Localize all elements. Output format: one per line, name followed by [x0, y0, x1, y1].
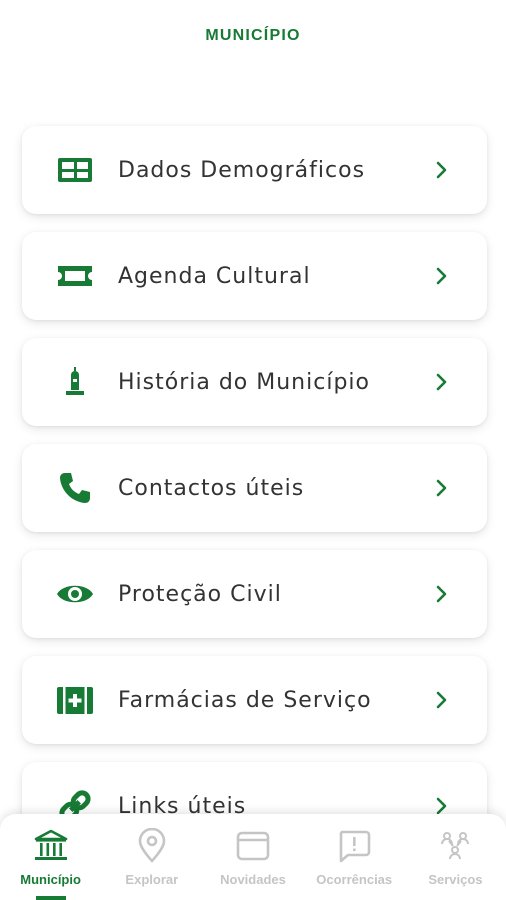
menu-item-protecao-civil[interactable]: Proteção Civil: [22, 550, 487, 638]
people-network-icon: [435, 826, 475, 866]
menu-item-label: História do Município: [118, 369, 370, 395]
menu-item-historia-municipio[interactable]: História do Município: [22, 338, 487, 426]
card-icon: [233, 826, 273, 866]
app-header: MUNICÍPIO: [0, 0, 506, 72]
menu-item-contactos-uteis[interactable]: Contactos úteis: [22, 444, 487, 532]
menu-item-agenda-cultural[interactable]: Agenda Cultural: [22, 232, 487, 320]
chevron-right-icon: [427, 579, 457, 609]
nav-label: Serviços: [428, 872, 483, 887]
menu-item-farmacias-servico[interactable]: Farmácias de Serviço: [22, 656, 487, 744]
menu-item-label: Contactos úteis: [118, 475, 305, 501]
chevron-right-icon: [427, 367, 457, 397]
menu-item-label: Agenda Cultural: [118, 263, 311, 289]
municipio-menu: Dados Demográficos Agenda Cultural Histó…: [22, 126, 487, 868]
nav-tab-ocorrencias[interactable]: Ocorrências: [304, 814, 405, 900]
nav-tab-municipio[interactable]: Município: [0, 814, 101, 900]
medical-kit-icon: [54, 679, 96, 721]
nav-tab-servicos[interactable]: Serviços: [405, 814, 506, 900]
phone-icon: [54, 467, 96, 509]
nav-label: Explorar: [125, 872, 179, 887]
table-icon: [54, 149, 96, 191]
eye-icon: [54, 573, 96, 615]
nav-label: Ocorrências: [316, 872, 393, 887]
page-title: MUNICÍPIO: [205, 27, 301, 44]
nav-label: Município: [20, 872, 81, 887]
menu-item-label: Dados Demográficos: [118, 157, 366, 183]
alert-message-icon: [334, 826, 374, 866]
nav-label: Novidades: [220, 872, 286, 887]
chevron-right-icon: [427, 685, 457, 715]
chevron-right-icon: [427, 155, 457, 185]
monument-icon: [54, 361, 96, 403]
chevron-right-icon: [427, 473, 457, 503]
menu-item-label: Farmácias de Serviço: [118, 687, 372, 713]
nav-tab-explorar[interactable]: Explorar: [101, 814, 202, 900]
bank-icon: [31, 826, 71, 866]
active-tab-indicator: [35, 896, 66, 900]
bottom-navigation: Município Explorar Novidades Ocorrências…: [0, 814, 506, 900]
map-pin-icon: [132, 826, 172, 866]
ticket-icon: [54, 255, 96, 297]
chevron-right-icon: [427, 261, 457, 291]
nav-tab-novidades[interactable]: Novidades: [202, 814, 303, 900]
menu-item-label: Proteção Civil: [118, 581, 282, 607]
menu-item-dados-demograficos[interactable]: Dados Demográficos: [22, 126, 487, 214]
